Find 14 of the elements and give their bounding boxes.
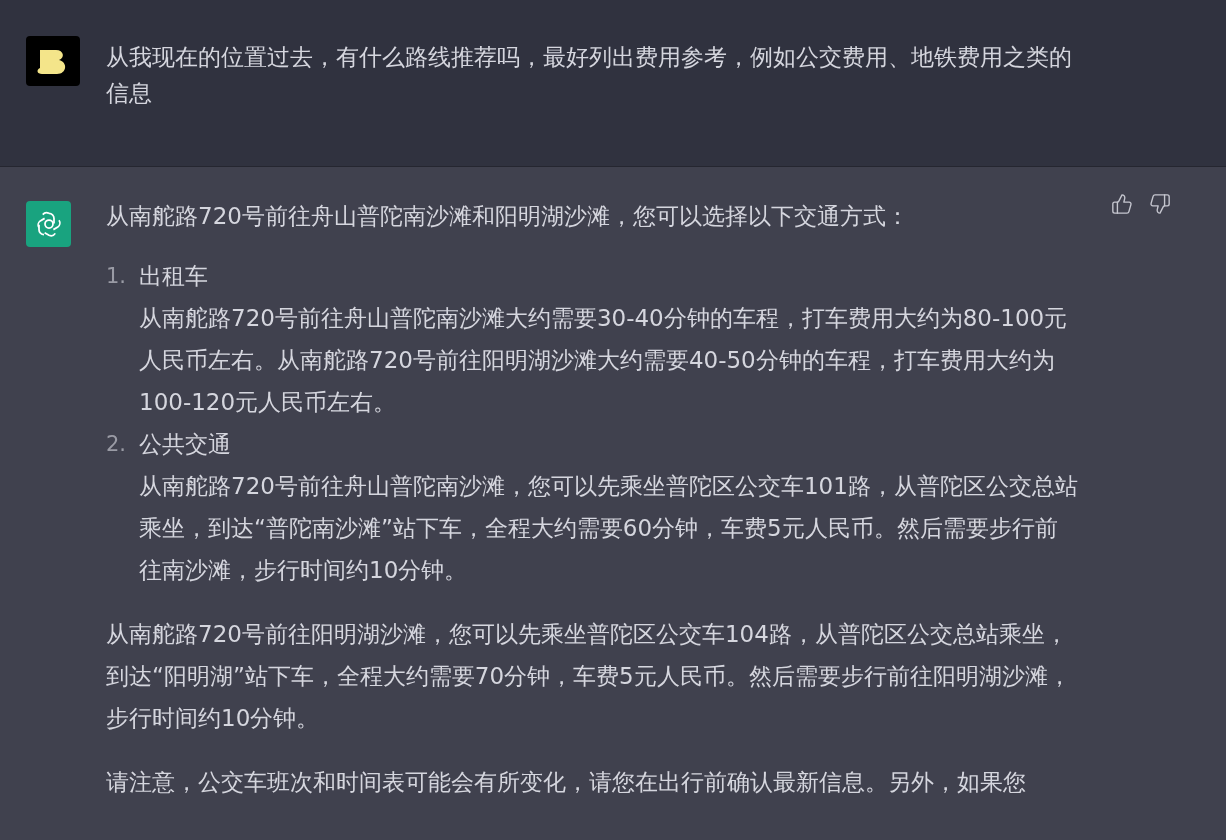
list-number: 2. (106, 431, 128, 458)
user-message: 从我现在的位置过去，有什么路线推荐吗，最好列出费用参考，例如公交费用、地铁费用之类的信息 (106, 43, 1073, 108)
answer-intro: 从南舵路720号前往舟山普陀南沙滩和阳明湖沙滩，您可以选择以下交通方式： (106, 202, 910, 231)
user-avatar-icon (26, 36, 80, 86)
thumbs-up-icon[interactable] (1111, 193, 1133, 215)
list-number: 1. (106, 263, 128, 290)
thumbs-down-icon[interactable] (1149, 193, 1171, 215)
answer-paragraph: 请注意，公交车班次和时间表可能会有所变化，请您在出行前确认最新信息。另外，如果您 (106, 768, 1027, 797)
list-item-text: 从南舵路720号前往舟山普陀南沙滩，您可以先乘坐普陀区公交车101路，从普陀区公交总站乘坐，到达“普陀南沙滩”站下车，全程大约需要60分钟，车费5元人民币。然后需要步行前往南沙滩，步行时间约10分钟。 (139, 472, 1079, 585)
list-item-title: 出租车 (139, 262, 209, 291)
list-item-title: 公共交通 (139, 430, 232, 459)
answer-paragraph: 从南舵路720号前往阳明湖沙滩，您可以先乘坐普陀区公交车104路，从普陀区公交总站乘坐，到达“阳明湖”站下车，全程大约需要70分钟，车费5元人民币。然后需要步行前往阳明湖沙滩，步行时间约10分钟。 (106, 620, 1072, 733)
assistant-avatar-icon (26, 201, 71, 247)
list-item-text: 从南舵路720号前往舟山普陀南沙滩大约需要30-40分钟的车程，打车费用大约为80-100元人民币左右。从南舵路720号前往阳明湖沙滩大约需要40-50分钟的车程，打车费用大约为100-120元人民币左右。 (139, 304, 1069, 417)
